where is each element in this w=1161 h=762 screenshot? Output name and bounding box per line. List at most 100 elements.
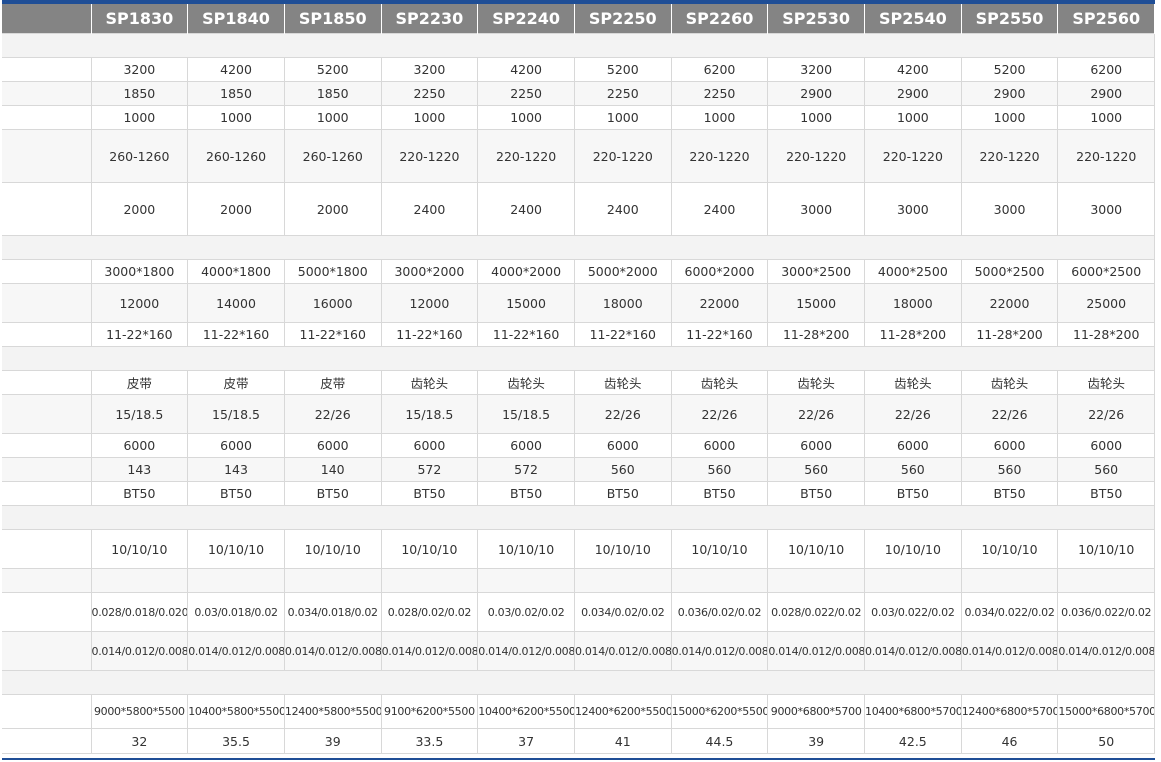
value-cell: 42.5 <box>864 728 962 754</box>
value-cell: 10/10/10 <box>767 529 865 569</box>
section-divider-cell <box>2 33 1156 58</box>
value-cell: 2250 <box>477 81 575 106</box>
value-cell: BT50 <box>477 481 575 506</box>
value-cell: 11-28*200 <box>767 322 865 347</box>
header-row: SP1830 SP1840 SP1850 SP2230 SP2240 SP2250 SP22… <box>2 4 1156 34</box>
value-cell: 0.014/0.012/0.008 <box>477 631 575 671</box>
value-cell: 37 <box>477 728 575 754</box>
value-cell: 2900 <box>960 81 1059 106</box>
value-cell: 1000 <box>477 105 575 130</box>
value-cell: 5000*2000 <box>573 259 672 284</box>
value-cell: 143 <box>90 457 189 482</box>
value-cell: 1000 <box>670 105 769 130</box>
value-cell: 2400 <box>670 182 769 236</box>
row-label-cell <box>2 457 92 482</box>
table-row <box>2 568 1156 593</box>
value-cell: 39 <box>767 728 865 754</box>
value-cell: 12400*6200*5500 <box>573 694 672 729</box>
value-cell: 15/18.5 <box>380 394 479 434</box>
value-cell: 0.03/0.02/0.02 <box>477 592 575 632</box>
value-cell: 18000 <box>864 283 962 323</box>
value-cell: 皮带 <box>283 370 382 395</box>
table-row: 143 143 140 572 572 560 560 560 560 560 560 <box>2 457 1156 482</box>
value-cell: 220-1220 <box>864 129 962 183</box>
value-cell: 齿轮头 <box>767 370 865 395</box>
value-cell: 10/10/10 <box>187 529 285 569</box>
value-cell: 15000*6800*5700 <box>1057 694 1156 729</box>
value-cell: 22/26 <box>864 394 962 434</box>
value-cell: 5000*1800 <box>283 259 382 284</box>
value-cell: 0.028/0.02/0.02 <box>380 592 479 632</box>
table-row: 12000 14000 16000 12000 15000 18000 22000 15000… <box>2 283 1156 323</box>
value-cell: 44.5 <box>670 728 769 754</box>
value-cell: 3000*2500 <box>767 259 865 284</box>
value-cell: 560 <box>1057 457 1156 482</box>
value-cell: 6200 <box>670 57 769 82</box>
value-cell: 0.034/0.018/0.02 <box>283 592 382 632</box>
table-row: 9000*5800*5500 10400*5800*5500 12400*5800*… <box>2 694 1156 729</box>
value-cell: 4000*1800 <box>187 259 285 284</box>
value-cell: 2400 <box>477 182 575 236</box>
value-cell: 0.036/0.022/0.02 <box>1057 592 1156 632</box>
value-cell: 22/26 <box>283 394 382 434</box>
value-cell: 560 <box>573 457 672 482</box>
value-cell: 3000 <box>960 182 1059 236</box>
value-cell: 1000 <box>283 105 382 130</box>
value-cell: 12000 <box>380 283 479 323</box>
value-cell: 220-1220 <box>960 129 1059 183</box>
value-cell: 15000 <box>767 283 865 323</box>
row-label-cell <box>2 129 92 183</box>
value-cell: 22/26 <box>573 394 672 434</box>
model-header-sp2550: SP2550 <box>961 4 1059 34</box>
value-cell: 6000 <box>767 433 865 458</box>
value-cell: 32 <box>90 728 189 754</box>
value-cell: 9000*6800*5700 <box>767 694 865 729</box>
value-cell: 3000 <box>767 182 865 236</box>
value-cell: BT50 <box>767 481 865 506</box>
value-cell: 15/18.5 <box>187 394 285 434</box>
value-cell: 12000 <box>90 283 189 323</box>
value-cell: 560 <box>960 457 1059 482</box>
value-cell: 2250 <box>573 81 672 106</box>
section-divider-cell <box>2 670 1156 695</box>
row-label-cell <box>2 394 92 434</box>
value-cell: 皮带 <box>187 370 285 395</box>
value-cell: 0.014/0.012/0.008 <box>864 631 962 671</box>
value-cell: 35.5 <box>187 728 285 754</box>
value-cell: 220-1220 <box>1057 129 1156 183</box>
spec-table-body: 3200 4200 5200 3200 4200 5200 6200 3200 4200 5200… <box>2 33 1156 754</box>
value-cell: 2250 <box>670 81 769 106</box>
value-cell: BT50 <box>380 481 479 506</box>
value-cell <box>380 568 479 593</box>
model-header-sp2230: SP2230 <box>381 4 479 34</box>
value-cell: 2400 <box>573 182 672 236</box>
row-label-cell <box>2 57 92 82</box>
row-label-cell <box>2 568 92 593</box>
value-cell <box>1057 568 1156 593</box>
value-cell: 22000 <box>670 283 769 323</box>
value-cell: 560 <box>767 457 865 482</box>
value-cell: 4000*2500 <box>864 259 962 284</box>
value-cell: 10/10/10 <box>283 529 382 569</box>
value-cell: 1000 <box>380 105 479 130</box>
value-cell: 5200 <box>960 57 1059 82</box>
value-cell: 11-22*160 <box>477 322 575 347</box>
value-cell: 143 <box>187 457 285 482</box>
value-cell: 22/26 <box>670 394 769 434</box>
row-label-cell <box>2 529 92 569</box>
value-cell: 0.03/0.018/0.02 <box>187 592 285 632</box>
row-label-cell <box>2 182 92 236</box>
value-cell: 260-1260 <box>283 129 382 183</box>
table-row: 10/10/10 10/10/10 10/10/10 10/10/10 10/10/10… <box>2 529 1156 569</box>
value-cell <box>283 568 382 593</box>
value-cell: 齿轮头 <box>380 370 479 395</box>
value-cell: 10/10/10 <box>960 529 1059 569</box>
value-cell: 572 <box>380 457 479 482</box>
model-header-sp1840: SP1840 <box>187 4 285 34</box>
value-cell: 11-22*160 <box>380 322 479 347</box>
value-cell: 1000 <box>767 105 865 130</box>
value-cell: 4200 <box>187 57 285 82</box>
value-cell: 2900 <box>864 81 962 106</box>
value-cell: 10400*6200*5500 <box>477 694 575 729</box>
value-cell: 2000 <box>283 182 382 236</box>
